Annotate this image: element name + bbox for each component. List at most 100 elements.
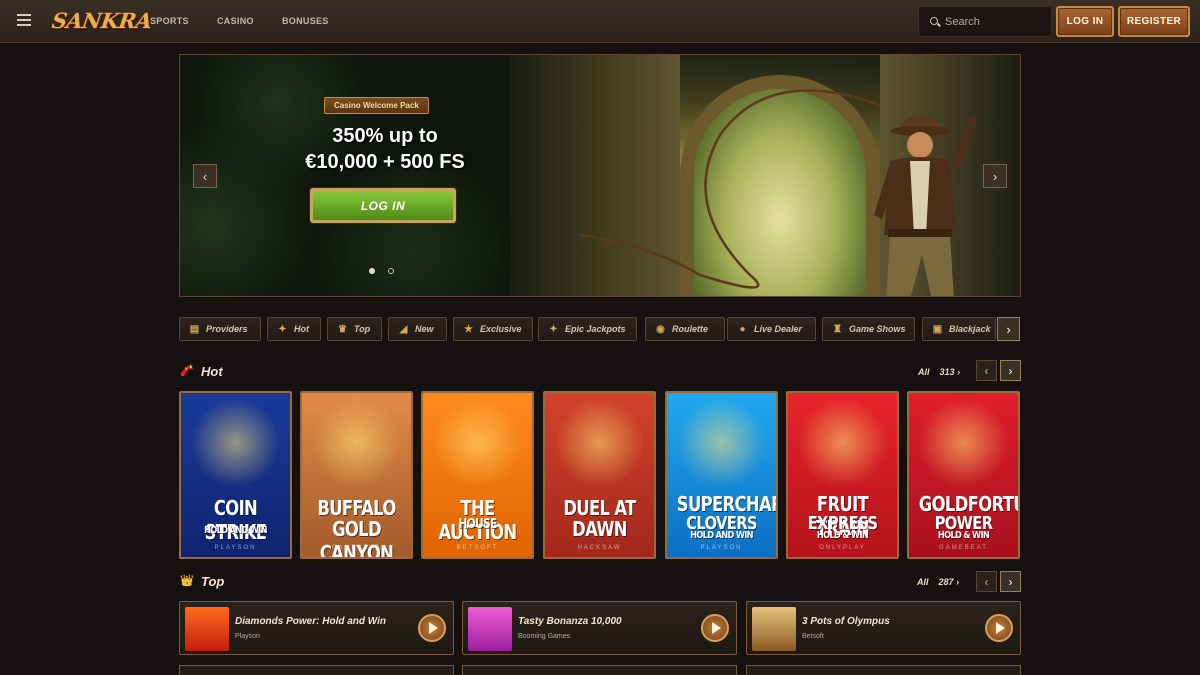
game-thumbnail [185, 607, 229, 651]
category-providers[interactable]: ▤ Providers [179, 317, 261, 341]
game-thumbnail [752, 607, 796, 651]
category-roulette[interactable]: ◉ Roulette [645, 317, 725, 341]
game-provider: Booming Games [518, 633, 571, 640]
top-count: 287 [938, 577, 954, 587]
category-next-arrow[interactable]: › [997, 317, 1020, 341]
hero-next-arrow[interactable]: › [983, 164, 1007, 188]
game-card[interactable]: BUFFALO GOLD CANYON GAMEBEAT [300, 391, 413, 559]
star-icon: ★ [464, 323, 473, 335]
play-icon[interactable] [985, 614, 1013, 642]
game-card[interactable]: COIN STRIKE HOLD AND WIN PLAYSON [179, 391, 292, 559]
promo-headline-line-1: 350% up to [332, 125, 438, 147]
game-card[interactable]: DUEL AT DAWN HACKSAW [543, 391, 656, 559]
hot-section-title: Hot [201, 364, 223, 379]
category-new[interactable]: ◢ New [388, 317, 447, 341]
nav-bonuses[interactable]: BONUSES [282, 16, 329, 26]
category-label: Roulette [672, 324, 708, 334]
category-label: Providers [206, 324, 248, 334]
game-title: HOLD & WIN [816, 530, 869, 541]
promo-headline: 350% up to €10,000 + 500 FS [280, 123, 490, 175]
category-exclusive[interactable]: ★ Exclusive [453, 317, 533, 341]
hot-next-arrow[interactable]: › [1000, 360, 1021, 381]
top-section-title: Top [201, 574, 225, 589]
hot-all-label: All [918, 367, 930, 377]
game-art [545, 393, 654, 493]
top-all-link[interactable]: All 287 › [917, 577, 959, 587]
category-live-dealer[interactable]: ● Live Dealer [727, 317, 816, 341]
game-title: GOLD CANYON [319, 517, 394, 559]
game-name: Tasty Bonanza 10,000 [518, 616, 622, 627]
game-provider: Playson [235, 633, 260, 640]
game-provider: BETSOFT [456, 545, 499, 551]
list-item[interactable]: Diamonds Power: Hold and Win Playson [179, 601, 454, 655]
search-input[interactable] [945, 14, 1045, 30]
game-art [181, 393, 290, 493]
top-header: SANKRA SPORTS CASINO BONUSES LOG IN REGI… [0, 0, 1200, 43]
top-next-arrow[interactable]: › [1000, 571, 1021, 592]
game-card[interactable]: FRUIT TRAIN EXPRESS HOLD & WIN ONLYPLAY [786, 391, 899, 559]
menu-icon[interactable] [17, 14, 31, 26]
hero-banner[interactable]: Casino Welcome Pack 350% up to €10,000 +… [179, 54, 1021, 297]
nav-casino[interactable]: CASINO [217, 16, 254, 26]
dynamite-icon: ✦ [278, 323, 287, 335]
game-provider: HACKSAW [577, 545, 622, 551]
play-icon[interactable] [701, 614, 729, 642]
trophy-icon: ♜ [833, 323, 842, 335]
category-label: Hot [294, 324, 309, 334]
game-title: HOLD AND WIN [690, 530, 753, 541]
play-icon[interactable] [418, 614, 446, 642]
category-label: Epic Jackpots [565, 324, 626, 334]
game-card[interactable]: SUPERCHARGEDCLOVERSHOLD AND WINPLAYSON [665, 391, 778, 559]
hot-prev-arrow[interactable]: ‹ [976, 360, 997, 381]
category-label: Live Dealer [754, 324, 803, 334]
list-item[interactable]: Tasty Bonanza 10,000 Booming Games [462, 601, 737, 655]
hot-count: 313 [939, 367, 955, 377]
crown-icon: ♛ [338, 323, 347, 335]
cards-icon: ▣ [932, 323, 943, 335]
slide-dot-1[interactable] [369, 268, 375, 274]
hot-all-link[interactable]: All 313 › [918, 367, 960, 377]
category-hot[interactable]: ✦ Hot [267, 317, 321, 341]
list-item[interactable]: 3 Pots of Olympus Betsoft [746, 601, 1021, 655]
register-button[interactable]: REGISTER [1118, 6, 1190, 37]
top-prev-arrow[interactable]: ‹ [976, 571, 997, 592]
jungle-background [180, 55, 510, 296]
game-thumbnail [468, 607, 512, 651]
crown-icon: 👑 [180, 575, 194, 587]
hero-login-button[interactable]: LOG IN [310, 188, 456, 223]
game-provider: ONLYPLAY [819, 545, 866, 551]
category-label: Game Shows [849, 324, 906, 334]
logo[interactable]: SANKRA [50, 8, 153, 33]
category-blackjack[interactable]: ▣ Blackjack [922, 317, 996, 341]
top-all-label: All [917, 577, 929, 587]
game-provider: GAMEBEAT [332, 545, 381, 551]
nav-sports[interactable]: SPORTS [150, 16, 189, 26]
list-item[interactable] [179, 665, 454, 675]
game-name: Diamonds Power: Hold and Win [235, 616, 387, 627]
game-provider: PLAYSON [700, 545, 743, 551]
game-title: HOLD AND WIN [204, 525, 267, 536]
list-item[interactable] [462, 665, 737, 675]
game-title: DAWN [572, 517, 627, 541]
search-box[interactable] [918, 6, 1052, 37]
game-name: 3 Pots of Olympus [802, 616, 890, 627]
game-card[interactable]: GOLDFORTUNEPOWERHOLD & WINGAMEBEAT [907, 391, 1020, 559]
list-item[interactable] [746, 665, 1021, 675]
category-label: Top [354, 324, 371, 334]
slide-dot-2[interactable] [388, 268, 394, 274]
game-provider: GAMEBEAT [939, 545, 988, 551]
promo-badge: Casino Welcome Pack [324, 97, 429, 114]
category-label: Exclusive [480, 324, 522, 334]
category-label: Blackjack [949, 324, 991, 334]
dynamite-icon: ✦ [549, 323, 558, 335]
game-art [302, 393, 411, 493]
login-button[interactable]: LOG IN [1056, 6, 1114, 37]
whip-illustration [579, 89, 881, 289]
category-epic-jackpots[interactable]: ✦ Epic Jackpots [538, 317, 637, 341]
game-card[interactable]: THE AUCTION HOUSE BETSOFT [421, 391, 534, 559]
category-label: New [415, 324, 434, 334]
category-game-shows[interactable]: ♜ Game Shows [822, 317, 915, 341]
category-top[interactable]: ♛ Top [327, 317, 382, 341]
hero-prev-arrow[interactable]: ‹ [193, 164, 217, 188]
game-title: HOUSE [458, 517, 497, 532]
